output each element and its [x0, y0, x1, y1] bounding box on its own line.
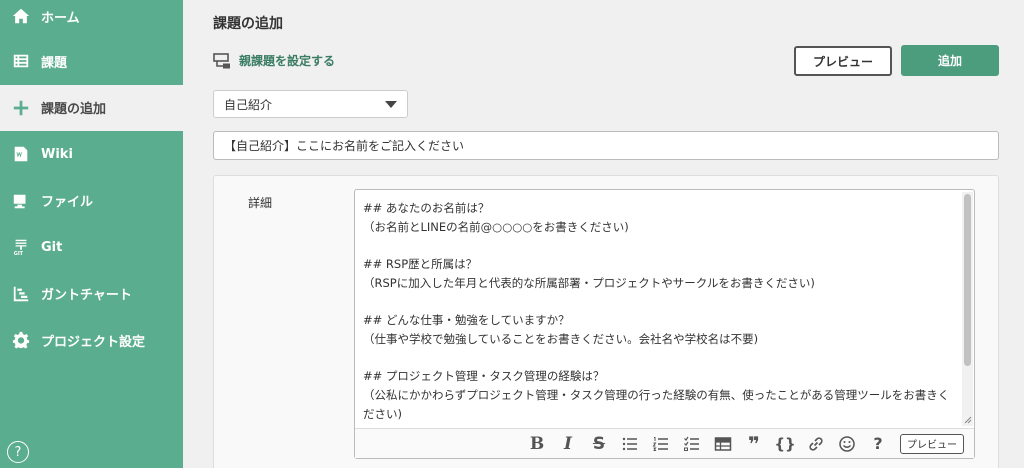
bullet-list-icon[interactable] [618, 433, 642, 455]
gear-icon [11, 330, 31, 350]
editor-scrollbar[interactable] [962, 192, 973, 426]
parent-issue-icon [213, 52, 230, 68]
sidebar-item-label: 課題 [41, 55, 68, 71]
quote-button[interactable]: ❞ [742, 432, 766, 456]
editor-scroll-thumb[interactable] [964, 194, 971, 366]
svg-text:GIT: GIT [14, 251, 24, 256]
list-icon [11, 51, 31, 71]
template-select[interactable]: 自己紹介 [213, 90, 408, 118]
description-textarea[interactable]: ## あなたのお名前は？ （お名前とLINEの名前@○○○○をお書きください) … [355, 190, 959, 428]
sidebar: ホーム 課題 課題の追加 Wiki ファイル GIT Git ガントチャート プ… [0, 0, 183, 468]
sidebar-item-files[interactable]: ファイル [0, 178, 183, 225]
help-icon[interactable]: ? [866, 433, 890, 455]
detail-panel: 詳細 ## あなたのお名前は？ （お名前とLINEの名前@○○○○をお書きくださ… [213, 175, 999, 468]
bold-button[interactable]: B [525, 433, 549, 455]
plus-icon [11, 98, 31, 118]
gantt-icon [11, 284, 31, 304]
folder-icon [11, 191, 31, 211]
preview-button[interactable]: プレビュー [794, 46, 892, 76]
sidebar-item-wiki[interactable]: Wiki [0, 131, 183, 178]
table-icon[interactable] [711, 433, 735, 455]
numbered-list-icon[interactable] [649, 433, 673, 455]
sidebar-item-label: ガントチャート [41, 288, 132, 304]
sidebar-item-project-settings[interactable]: プロジェクト設定 [0, 317, 183, 364]
code-button[interactable]: {} [773, 433, 797, 455]
sidebar-item-label: Wiki [41, 146, 73, 162]
add-button[interactable]: 追加 [901, 45, 999, 76]
git-icon: GIT [11, 237, 31, 257]
page-title: 課題の追加 [213, 16, 283, 32]
sidebar-item-gantt[interactable]: ガントチャート [0, 271, 183, 318]
sidebar-item-label: 課題の追加 [41, 102, 107, 118]
template-select-value: 自己紹介 [224, 97, 273, 112]
sidebar-item-label: Git [41, 239, 63, 255]
sidebar-item-issues[interactable]: 課題 [0, 38, 183, 85]
set-parent-issue-label: 親課題を設定する [239, 54, 336, 68]
sidebar-item-label: ファイル [41, 195, 94, 211]
sidebar-item-git[interactable]: GIT Git [0, 224, 183, 271]
sidebar-item-label: プロジェクト設定 [41, 334, 146, 350]
sidebar-item-home[interactable]: ホーム [0, 0, 183, 32]
chevron-down-icon [385, 101, 397, 108]
checklist-icon[interactable] [680, 433, 704, 455]
description-editor: ## あなたのお名前は？ （お名前とLINEの名前@○○○○をお書きください) … [354, 189, 975, 459]
sidebar-item-add-issue[interactable]: 課題の追加 [0, 84, 183, 131]
main-content: 課題の追加 親課題を設定する プレビュー 追加 自己紹介 詳細 ## あなたのお… [183, 0, 1024, 468]
italic-button[interactable]: I [556, 433, 580, 455]
resize-grip-icon[interactable] [964, 416, 972, 424]
emoji-icon[interactable] [835, 433, 859, 455]
strikethrough-button[interactable]: S [587, 433, 611, 455]
link-icon[interactable] [804, 433, 828, 455]
wiki-icon [11, 144, 31, 164]
help-button[interactable]: ? [7, 441, 29, 463]
home-icon [11, 6, 31, 26]
set-parent-issue-link[interactable]: 親課題を設定する [213, 52, 335, 69]
editor-toolbar: B I S ❞ {} ? プレビュー [355, 428, 974, 458]
issue-title-input[interactable] [213, 131, 999, 160]
detail-label: 詳細 [248, 196, 273, 210]
sidebar-item-label: ホーム [41, 10, 80, 26]
editor-preview-button[interactable]: プレビュー [900, 433, 964, 454]
